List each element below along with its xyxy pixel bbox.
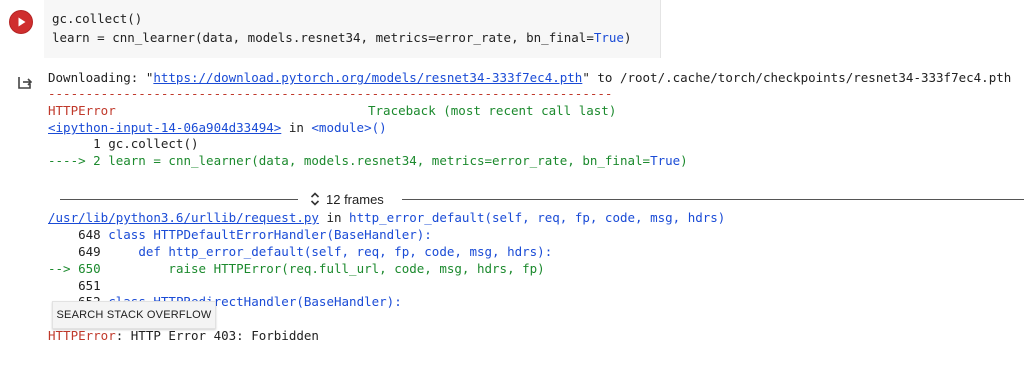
in-word: in: [318, 210, 350, 225]
frames-divider: 12 frames: [60, 190, 1024, 208]
run-gutter: [0, 0, 44, 62]
frame2-line-648: 648 class HTTPDefaultErrorHandler(BaseHa…: [48, 227, 432, 243]
output-arrow-icon[interactable]: [16, 73, 34, 91]
code-text: ): [623, 30, 632, 45]
code-line-1: gc.collect(): [52, 11, 143, 26]
line-code: class HTTPDefaultErrorHandler(BaseHandle…: [108, 227, 432, 242]
download-prefix: Downloading: ": [48, 70, 154, 85]
download-url-link[interactable]: https://download.pytorch.org/models/resn…: [153, 70, 582, 85]
frame2-func: http_error_default(self, req, fp, code, …: [349, 210, 726, 225]
frame1-line2: ----> 2 learn = cnn_learner(data, models…: [48, 153, 688, 169]
frame1-line2-suffix: ): [680, 153, 688, 168]
traceback-separator: ----------------------------------------…: [48, 86, 613, 101]
code-editor[interactable]: gc.collect() learn = cnn_learner(data, m…: [44, 0, 661, 58]
line-number: 649: [48, 244, 139, 259]
frame1-module: <module>(): [311, 120, 387, 135]
request-py-link[interactable]: /usr/lib/python3.6/urllib/request.py: [48, 210, 319, 225]
error-name: HTTPError: [48, 103, 116, 118]
line-code: raise HTTPError(req.full_url, code, msg,…: [168, 261, 545, 276]
traceback-header: Traceback (most recent call last): [368, 103, 617, 118]
final-error-message: : HTTP Error 403: Forbidden: [115, 328, 319, 343]
divider-line: [402, 199, 1024, 200]
code-cell: gc.collect() learn = cnn_learner(data, m…: [0, 0, 1024, 62]
frame1-line2-code: 2 learn = cnn_learner(data, models.resne…: [93, 153, 651, 168]
code-keyword-true: True: [593, 30, 624, 45]
frame2-line-651: 651: [48, 278, 101, 293]
frame1-arrow: ---->: [48, 153, 94, 168]
divider-line: [60, 199, 298, 200]
code-text: learn = cnn_learner(data, models.resnet3…: [52, 30, 594, 45]
download-suffix: " to /root/.cache/torch/checkpoints/resn…: [582, 70, 1012, 85]
frame1-location: <ipython-input-14-06a904d33494> in <modu…: [48, 120, 387, 136]
frame2-line-650: --> 650 raise HTTPError(req.full_url, co…: [48, 261, 545, 277]
line-code: def http_error_default(self, req, fp, co…: [138, 244, 553, 259]
code-line-2: learn = cnn_learner(data, models.resnet3…: [52, 29, 632, 47]
ipython-input-link[interactable]: <ipython-input-14-06a904d33494>: [48, 120, 281, 135]
frame2-line-649: 649 def http_error_default(self, req, fp…: [48, 244, 552, 260]
final-error-name: HTTPError: [48, 328, 116, 343]
cell-output: Downloading: "https://download.pytorch.o…: [0, 62, 1024, 388]
frames-count-label: 12 frames: [326, 191, 384, 207]
play-circle-icon: [18, 17, 26, 27]
search-stack-overflow-button[interactable]: SEARCH STACK OVERFLOW: [52, 301, 216, 329]
download-line: Downloading: "https://download.pytorch.o…: [48, 70, 1011, 86]
frames-toggle-button[interactable]: 12 frames: [310, 190, 384, 208]
final-error-line: HTTPError: HTTP Error 403: Forbidden: [48, 328, 319, 344]
frame1-line1: 1 gc.collect(): [48, 136, 199, 151]
run-cell-button[interactable]: [10, 11, 32, 33]
frame2-location: /usr/lib/python3.6/urllib/request.py in …: [48, 210, 725, 226]
frame1-keyword-true: True: [650, 153, 681, 168]
line-number: 648: [48, 227, 109, 242]
line-arrow: --> 650: [48, 261, 169, 276]
in-word: in: [281, 120, 312, 135]
traceback-header-line: HTTPError Traceback (most recent call las…: [48, 103, 616, 119]
unfold-icon: [310, 192, 320, 206]
